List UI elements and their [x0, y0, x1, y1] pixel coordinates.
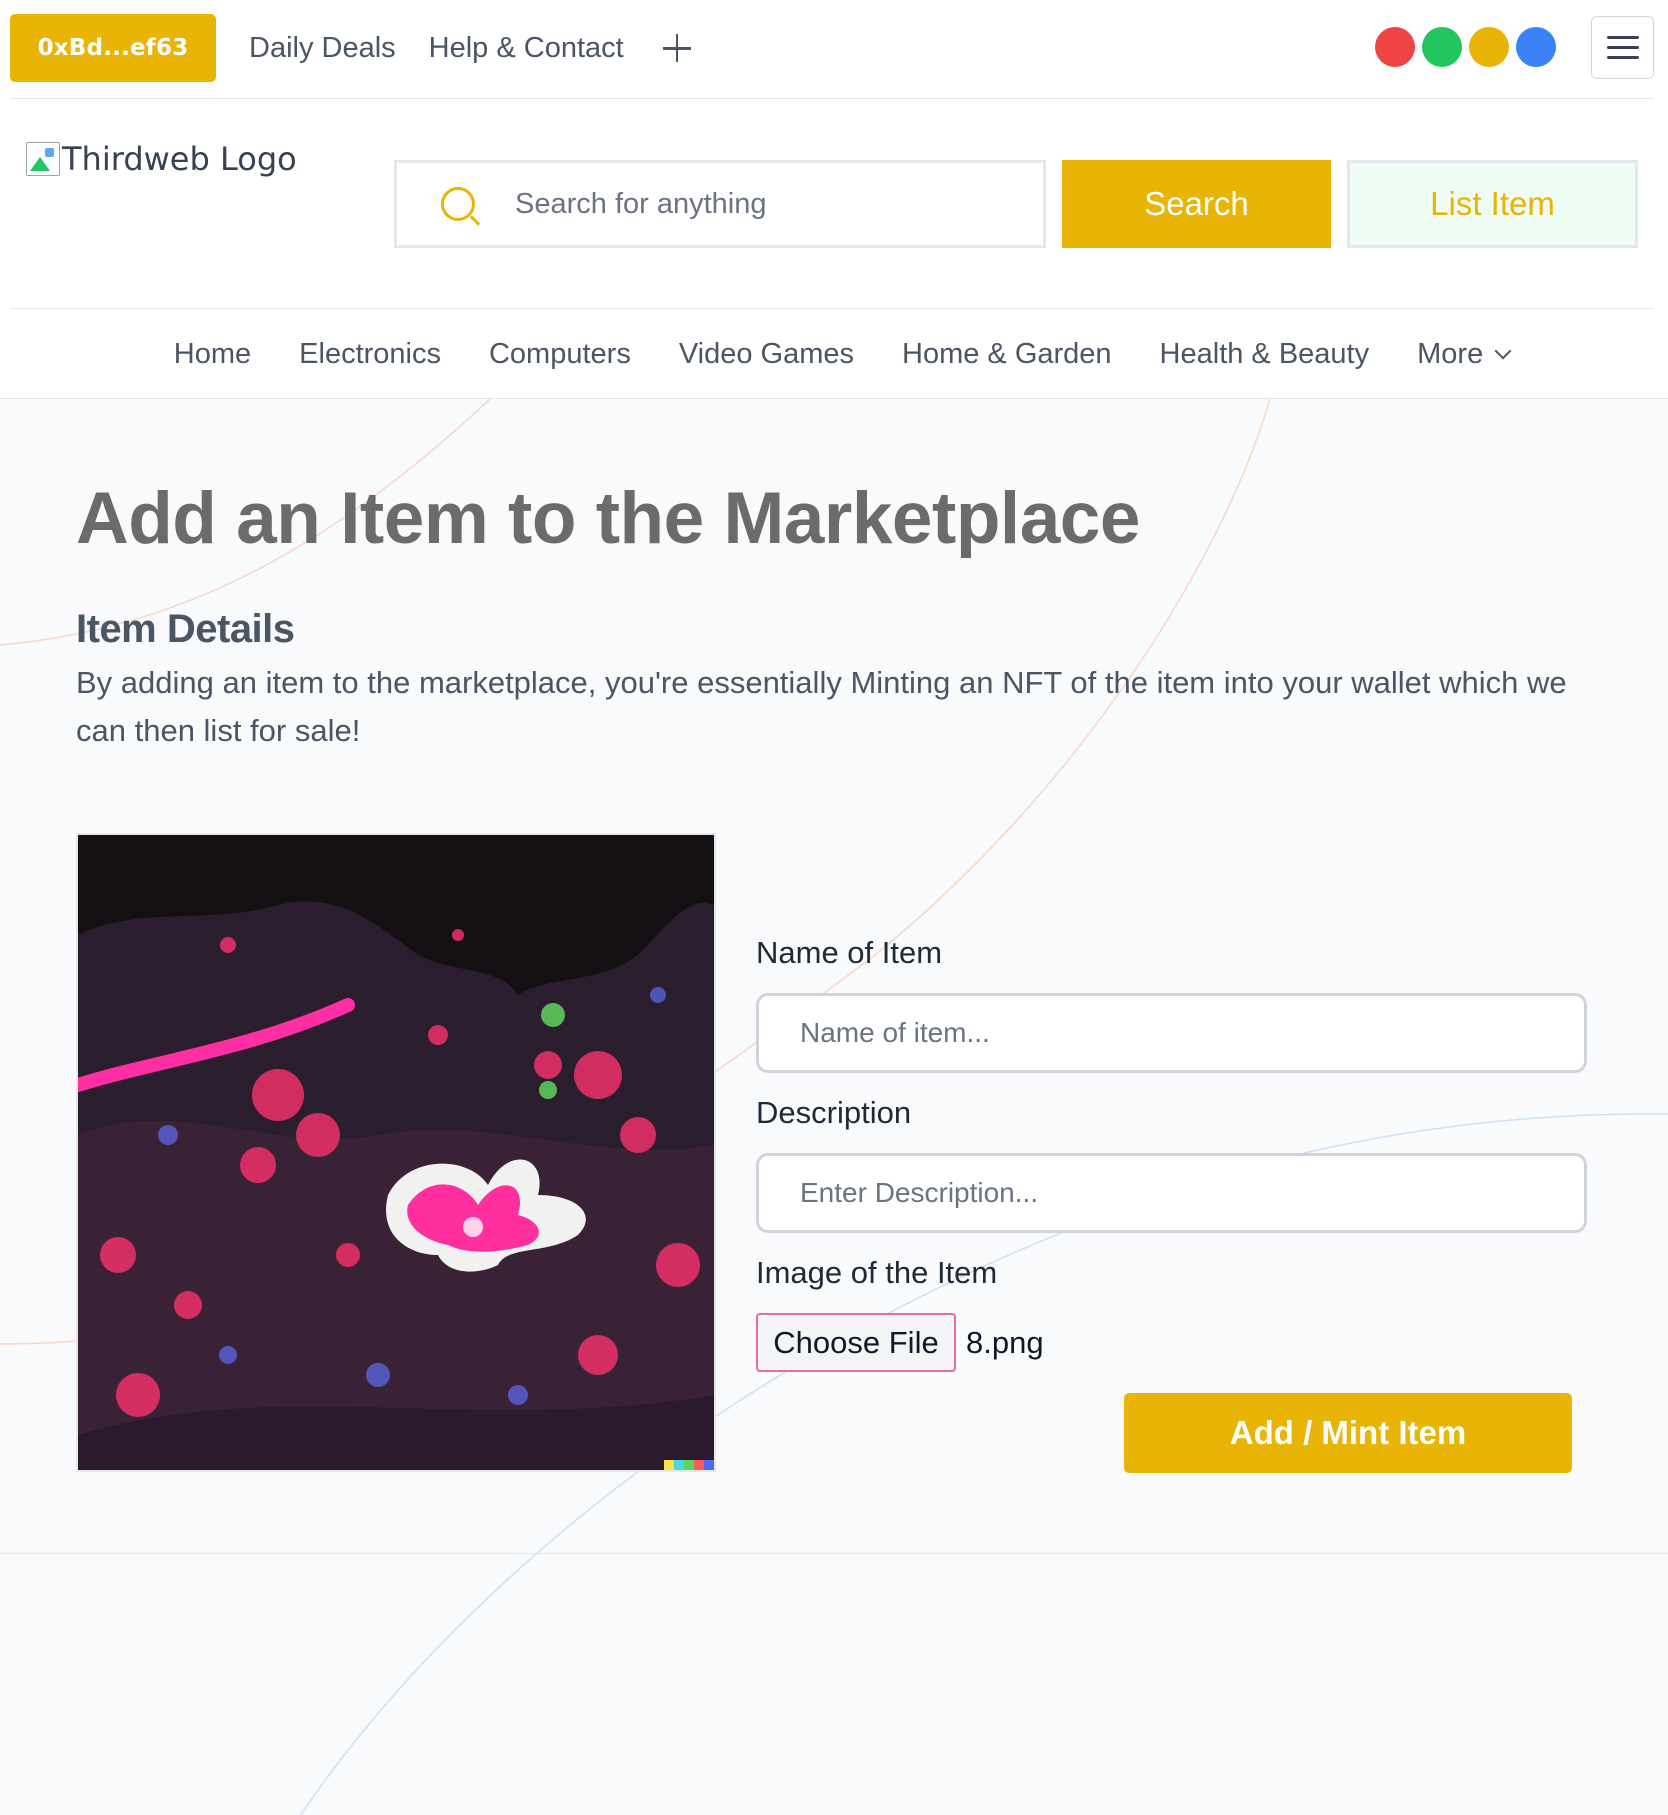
broken-image-icon [26, 142, 60, 176]
section-title: Item Details [76, 607, 295, 651]
image-label: Image of the Item [756, 1255, 998, 1290]
wallet-address-button[interactable]: 0xBd...ef63 [10, 14, 216, 82]
status-dots [1368, 27, 1556, 67]
search-box[interactable] [394, 160, 1046, 248]
main-content: Add an Item to the Marketplace Item Deta… [0, 398, 1668, 1815]
name-label: Name of Item [756, 935, 943, 970]
category-health-beauty[interactable]: Health & Beauty [1160, 338, 1370, 371]
add-mint-item-button[interactable]: Add / Mint Item [1124, 1393, 1572, 1473]
choose-file-button[interactable]: Choose File [756, 1313, 956, 1372]
list-item-button[interactable]: List Item [1347, 160, 1638, 248]
category-home[interactable]: Home [174, 338, 251, 371]
top-links: Daily Deals Help & Contact [249, 32, 693, 65]
category-nav: Home Electronics Computers Video Games H… [0, 334, 1668, 374]
file-picker: Choose File 8.png [756, 1313, 1044, 1372]
logo[interactable]: Thirdweb Logo [26, 140, 297, 178]
category-video-games[interactable]: Video Games [679, 338, 854, 371]
more-label: More [1417, 337, 1484, 370]
selected-file-name: 8.png [966, 1324, 1044, 1360]
logo-alt-text: Thirdweb Logo [62, 140, 297, 178]
name-input[interactable] [756, 993, 1587, 1073]
menu-bar-icon [1606, 36, 1639, 39]
divider [10, 98, 1654, 99]
menu-bar-icon [1606, 56, 1639, 59]
green-dot-icon [1422, 27, 1462, 67]
section-description: By adding an item to the marketplace, yo… [76, 665, 1567, 748]
red-dot-icon [1375, 27, 1415, 67]
description-label: Description [756, 1095, 912, 1130]
flower-artwork-image [78, 835, 714, 1470]
search-icon [441, 187, 475, 221]
category-computers[interactable]: Computers [489, 338, 631, 371]
category-electronics[interactable]: Electronics [299, 338, 441, 371]
help-contact-link[interactable]: Help & Contact [429, 32, 624, 65]
description-input[interactable] [756, 1153, 1587, 1233]
search-button[interactable]: Search [1062, 160, 1331, 248]
page-title: Add an Item to the Marketplace [76, 478, 1141, 559]
category-more-dropdown[interactable]: More [1417, 337, 1512, 371]
category-home-garden[interactable]: Home & Garden [902, 338, 1112, 371]
search-input[interactable] [515, 187, 995, 221]
yellow-dot-icon [1469, 27, 1509, 67]
chevron-down-icon [1494, 342, 1512, 359]
daily-deals-link[interactable]: Daily Deals [249, 32, 396, 65]
top-bar: 0xBd...ef63 Daily Deals Help & Contact [10, 14, 1654, 82]
blue-dot-icon [1516, 27, 1556, 67]
divider [0, 1553, 1668, 1554]
item-image-preview [76, 833, 716, 1472]
divider [10, 308, 1654, 309]
hamburger-menu-button[interactable] [1591, 16, 1654, 79]
plus-icon[interactable] [661, 32, 693, 64]
menu-bar-icon [1606, 46, 1639, 49]
